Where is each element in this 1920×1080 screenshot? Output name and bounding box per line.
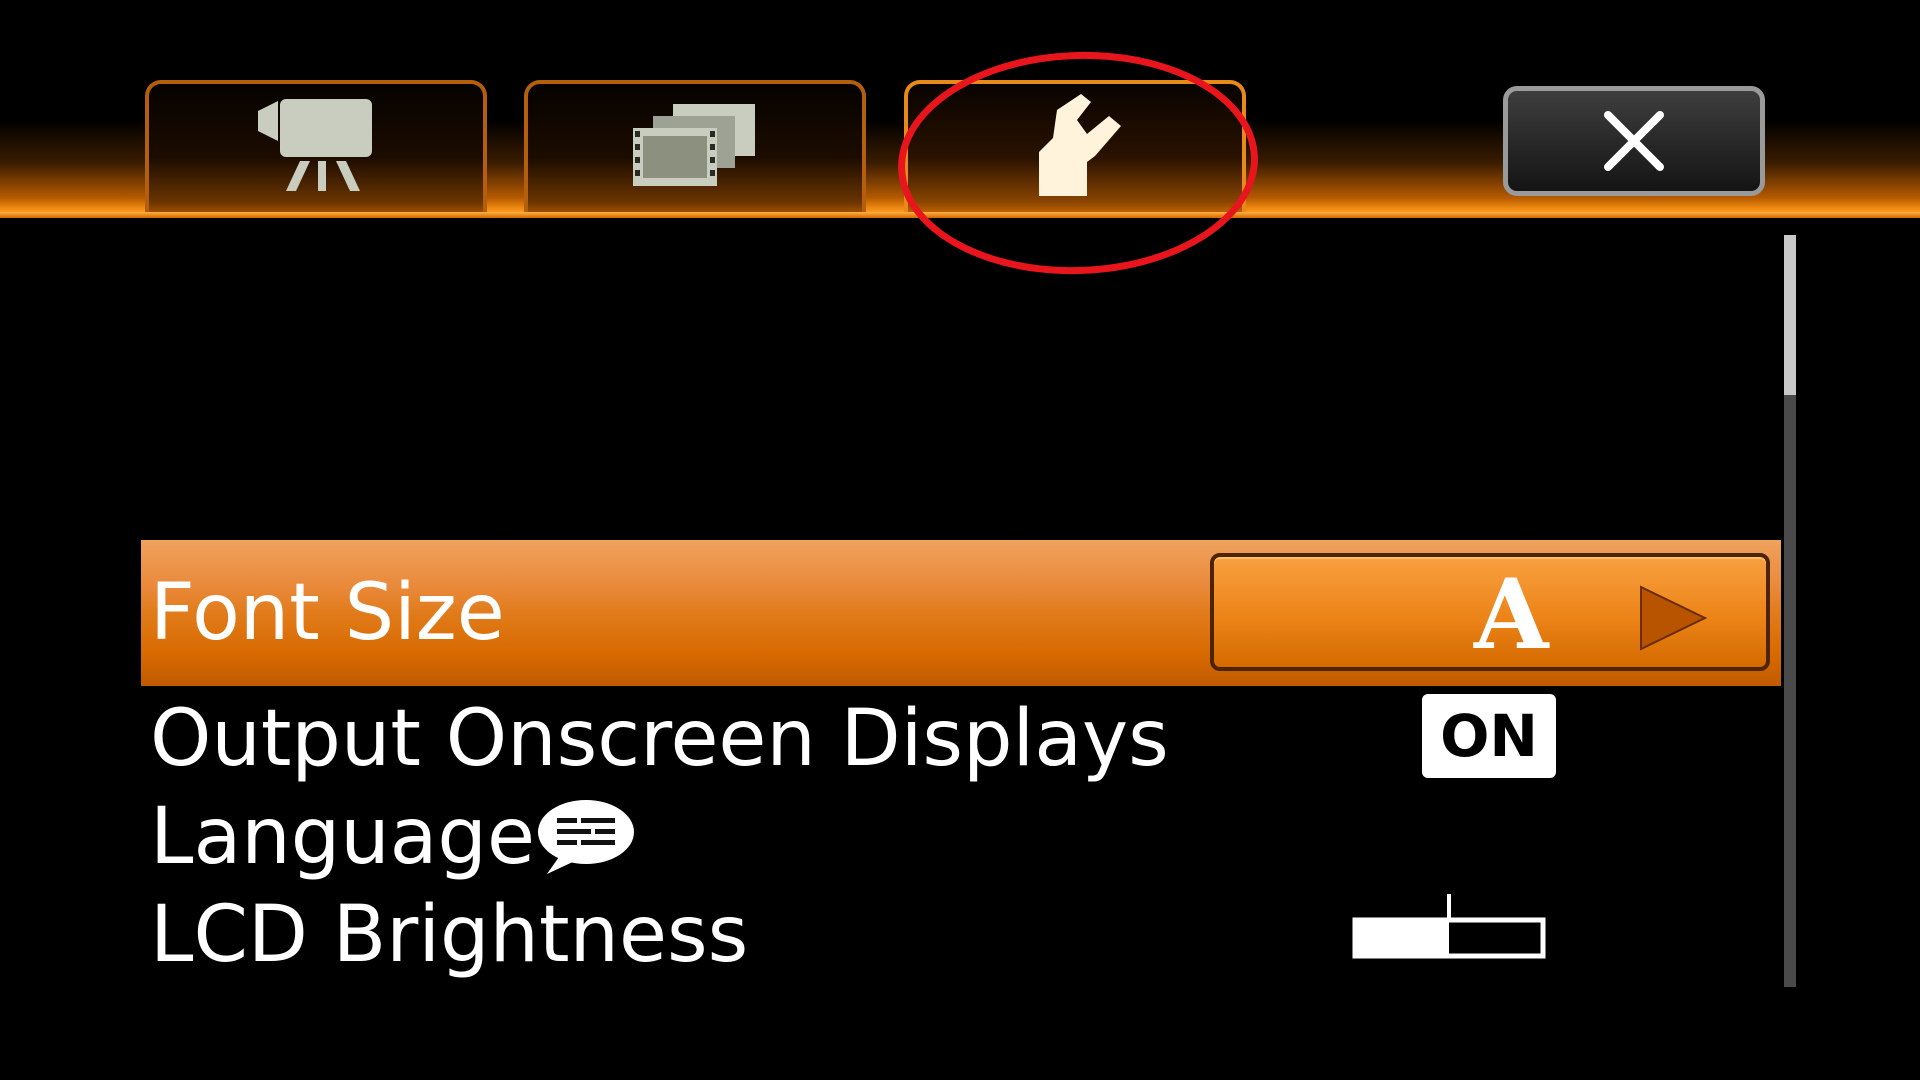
menu-item-language[interactable]: Language <box>141 788 1641 884</box>
movie-camera-icon <box>258 99 372 191</box>
film-frames-icon <box>633 104 755 186</box>
wrench-icon <box>1039 94 1121 196</box>
tab-camera[interactable] <box>145 80 487 218</box>
tab-setup[interactable] <box>904 80 1246 218</box>
menu-item-label: Font Size <box>150 568 505 658</box>
status-badge: ON <box>1422 694 1556 778</box>
menu-item-output-onscreen-displays[interactable]: Output Onscreen Displays ON <box>141 690 1641 786</box>
menu-item-label: LCD Brightness <box>150 890 749 980</box>
close-button[interactable] <box>1503 86 1765 196</box>
brightness-level-bar <box>1352 894 1546 959</box>
close-icon <box>1604 111 1664 171</box>
tab-bar-divider <box>0 212 1920 218</box>
speech-bubble-icon <box>538 800 634 874</box>
font-size-value-button[interactable]: A <box>1210 553 1770 671</box>
scrollbar-thumb[interactable] <box>1784 235 1796 395</box>
right-arrow-icon <box>1640 585 1708 651</box>
menu-item-label: Output Onscreen Displays <box>150 694 1169 784</box>
menu-item-lcd-brightness[interactable]: LCD Brightness <box>141 886 1641 982</box>
menu-item-font-size[interactable]: Font Size A <box>141 540 1781 686</box>
tab-playback[interactable] <box>524 80 866 218</box>
font-size-value: A <box>1474 558 1549 671</box>
menu-item-label: Language <box>150 792 535 882</box>
scrollbar[interactable] <box>1784 235 1796 987</box>
